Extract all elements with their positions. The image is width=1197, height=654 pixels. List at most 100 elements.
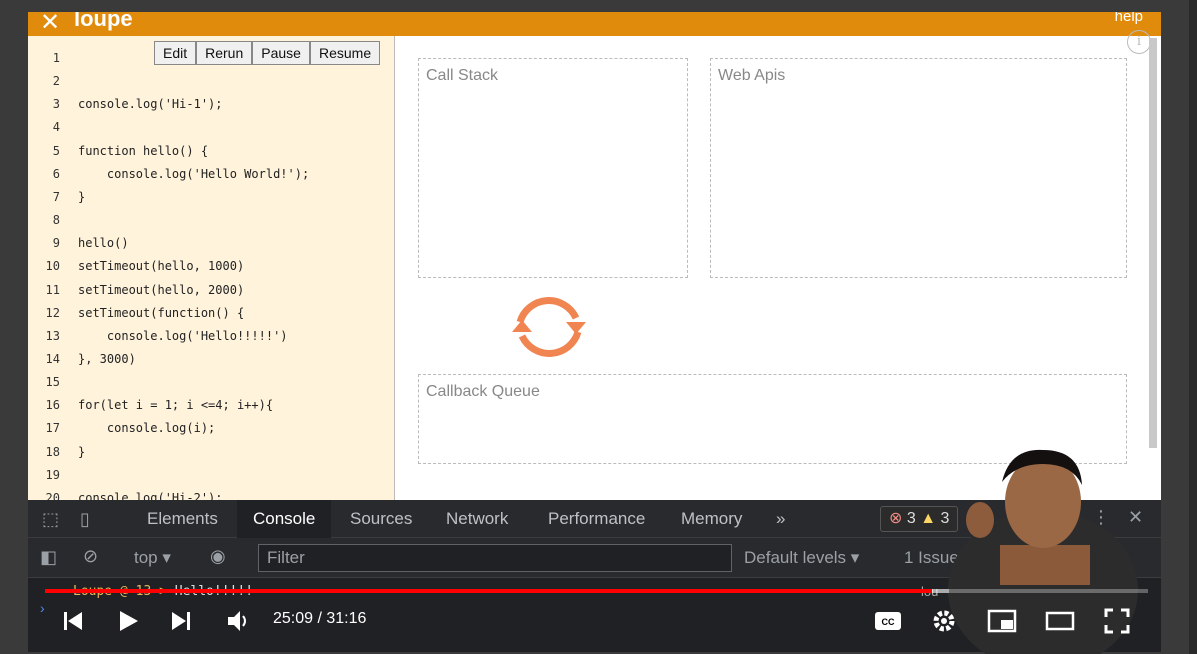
code-text: console.log('Hello!!!!!') [78, 328, 288, 343]
resume-button[interactable]: Resume [309, 41, 381, 65]
line-number: 5 [52, 143, 60, 158]
context-value: top [134, 548, 158, 567]
info-icon[interactable]: i [1127, 30, 1151, 54]
code-text: } [78, 189, 86, 204]
code-line[interactable]: 9 hello() [28, 232, 395, 255]
fullscreen-icon[interactable] [1104, 608, 1130, 634]
play-icon[interactable] [118, 609, 140, 633]
line-number: 12 [45, 305, 60, 320]
inspect-element-icon[interactable]: ⬚ [42, 509, 59, 530]
code-line[interactable]: 18} [28, 441, 395, 464]
next-icon[interactable] [170, 610, 192, 632]
line-number: 10 [45, 259, 60, 274]
error-count: 3 [906, 510, 916, 527]
code-line[interactable]: 8 [28, 209, 395, 232]
captions-label: CC [882, 617, 895, 627]
device-toolbar-icon[interactable]: ▯ [80, 509, 90, 530]
event-loop-icon [512, 297, 586, 357]
console-filter-input[interactable]: Filter [258, 544, 732, 572]
code-line[interactable]: 4 [28, 116, 395, 139]
window-edge [1189, 0, 1197, 654]
code-line[interactable]: 11 setTimeout(hello, 2000) [28, 279, 395, 302]
web-apis-label: Web Apis [718, 67, 786, 84]
code-text: hello() [78, 236, 129, 251]
editor-toolbar: Edit Rerun Pause Resume [154, 41, 381, 65]
sidebar-toggle-icon[interactable]: ◧ [40, 547, 57, 568]
line-number: 4 [52, 120, 60, 135]
console-prompt-icon[interactable]: › [40, 600, 45, 616]
context-selector[interactable]: top ▾ [134, 548, 171, 568]
line-number: 19 [45, 467, 60, 482]
code-line[interactable]: 7} [28, 186, 395, 209]
line-number: 2 [52, 74, 60, 89]
code-text: console.log('Hi-1'); [78, 97, 223, 112]
line-number: 1 [52, 51, 60, 65]
line-number: 14 [45, 351, 60, 366]
edit-button[interactable]: Edit [154, 41, 197, 65]
line-number: 3 [52, 97, 60, 112]
progress-played[interactable] [45, 589, 932, 593]
settings-icon[interactable] [932, 609, 956, 633]
line-number: 8 [52, 213, 60, 228]
progress-buffered [931, 589, 950, 593]
tab-memory[interactable]: Memory [681, 500, 742, 538]
pause-button[interactable]: Pause [252, 41, 310, 65]
rerun-button[interactable]: Rerun [196, 41, 253, 65]
code-text: } [78, 444, 86, 459]
code-text: console.log(i); [78, 421, 216, 436]
tab-elements[interactable]: Elements [147, 500, 218, 538]
miniplayer-icon[interactable] [987, 609, 1017, 633]
code-text: }, 3000) [78, 351, 136, 366]
code-line[interactable]: 10 setTimeout(hello, 1000) [28, 255, 395, 278]
live-expression-eye-icon[interactable]: ◉ [210, 546, 226, 567]
tab-network[interactable]: Network [446, 500, 508, 538]
close-icon[interactable]: ✕ [40, 12, 60, 37]
tab-performance[interactable]: Performance [548, 500, 645, 538]
error-icon: ⊗ [889, 510, 903, 527]
tab-console[interactable]: Console [237, 500, 332, 538]
code-line[interactable]: 19 [28, 464, 395, 487]
line-number: 13 [45, 328, 60, 343]
web-apis-panel: Web Apis [710, 58, 1127, 278]
line-number: 16 [45, 398, 60, 413]
code-text: setTimeout(function() { [78, 305, 245, 320]
editor-divider [394, 36, 395, 502]
theater-mode-icon[interactable] [1045, 611, 1075, 631]
tab-sources[interactable]: Sources [350, 500, 412, 538]
code-line[interactable]: 5 function hello() { [28, 140, 395, 163]
warning-icon: ▲ [920, 510, 937, 527]
more-tabs-icon[interactable]: » [776, 500, 785, 538]
log-levels-dropdown[interactable]: Default levels ▾ [744, 548, 859, 568]
line-number: 15 [45, 375, 60, 390]
code-line[interactable]: 12 setTimeout(function() { [28, 302, 395, 325]
code-text: setTimeout(hello, 1000) [78, 259, 245, 274]
volume-icon[interactable] [226, 608, 252, 634]
code-text: for(let i = 1; i <=4; i++){ [78, 398, 274, 413]
code-line[interactable]: 15 [28, 371, 395, 394]
code-line[interactable]: 16 for(let i = 1; i <=4; i++){ [28, 394, 395, 417]
callback-queue-label: Callback Queue [426, 383, 540, 400]
code-text: setTimeout(hello, 2000) [78, 282, 245, 297]
code-line[interactable]: 3 console.log('Hi-1'); [28, 93, 395, 116]
code-text: function hello() { [78, 143, 209, 158]
previous-icon[interactable] [62, 610, 84, 632]
code-line[interactable]: 2 [28, 70, 395, 93]
clear-console-icon[interactable]: ⊘ [83, 546, 98, 567]
captions-icon[interactable]: CC [874, 610, 902, 632]
line-number: 6 [52, 166, 60, 181]
loupe-title: loupe [74, 12, 133, 31]
line-number: 11 [45, 282, 60, 297]
log-levels-value: Default levels [744, 548, 847, 567]
line-number: 17 [45, 421, 60, 436]
page-scrollbar[interactable] [1149, 38, 1157, 448]
code-line[interactable]: 13 console.log('Hello!!!!!') [28, 325, 395, 348]
help-link[interactable]: help [1115, 12, 1143, 25]
code-line[interactable]: 14 }, 3000) [28, 348, 395, 371]
line-number: 7 [52, 189, 60, 204]
code-line[interactable]: 6 console.log('Hello World!'); [28, 163, 395, 186]
line-number: 18 [45, 444, 60, 459]
code-text: console.log('Hello World!'); [78, 166, 310, 181]
loupe-header: ✕ loupe help [28, 12, 1161, 36]
code-line[interactable]: 17 console.log(i); [28, 417, 395, 440]
code-editor[interactable]: 1 2 3 console.log('Hi-1'); 4 5 function hello(… [28, 36, 395, 502]
